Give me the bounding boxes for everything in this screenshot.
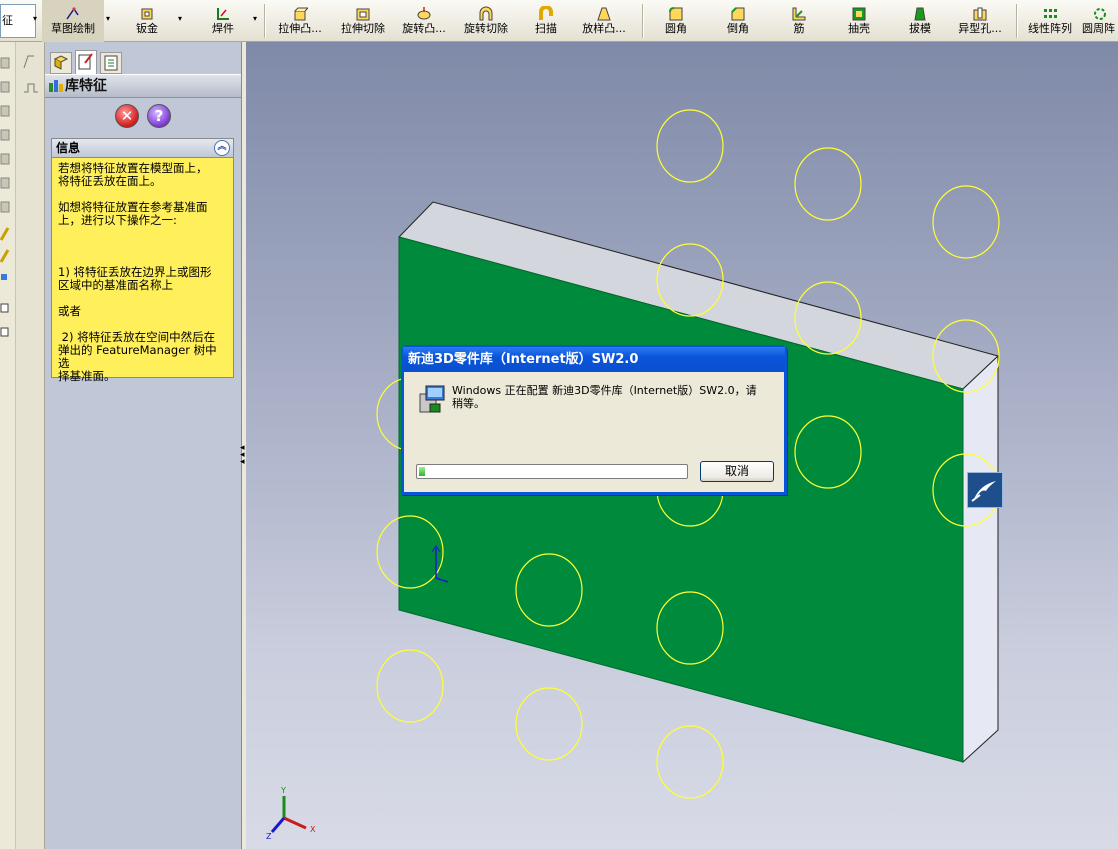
draft-icon: [914, 7, 926, 21]
library-feature-icon: [49, 80, 63, 92]
revolve-cut-icon: [479, 6, 493, 21]
chevron-down-icon[interactable]: ▾: [253, 14, 257, 23]
chevron-down-icon[interactable]: ▾: [106, 14, 110, 23]
toolbar-separator: [264, 4, 266, 38]
circular-pattern-icon: [1094, 8, 1106, 20]
front-face-selected: [398, 236, 964, 763]
info-groupbox: 信息 ︽ 若想将特征放置在模型面上， 将特征丢放在面上。 如想将特征放置在参考基…: [51, 138, 234, 383]
shell-button[interactable]: 抽壳: [836, 0, 882, 42]
property-manager-icon: [78, 53, 93, 70]
sweep-icon: [539, 6, 553, 20]
progress-bar: [416, 464, 688, 479]
toolbar-separator: [1016, 4, 1018, 38]
installer-icon: [419, 385, 445, 413]
collapse-icon[interactable]: ︽: [214, 140, 230, 156]
chevron-down-icon[interactable]: ▾: [33, 14, 37, 23]
linear-pattern-icon: [1044, 9, 1057, 18]
view-tools-icons: [0, 57, 10, 337]
command-manager-toolbar: 征 ▾ 草图绘制 ▾ 钣金 ▾ 焊件 ▾ 拉伸凸... 拉伸切除 旋转凸... …: [0, 0, 1118, 42]
side-face: [962, 354, 999, 764]
axis-label-y: Y: [281, 786, 286, 795]
sweep-button[interactable]: 扫描: [524, 0, 568, 42]
info-text: 若想将特征放置在模型面上， 将特征丢放在面上。 如想将特征放置在参考基准面 上，…: [58, 161, 217, 383]
circular-pattern-button[interactable]: 圆周阵: [1082, 0, 1118, 42]
toolbar-separator: [642, 4, 644, 38]
axis-label-x: X: [310, 825, 316, 834]
help-button[interactable]: ?: [147, 104, 171, 128]
cancel-button[interactable]: ✕: [115, 104, 139, 128]
install-progress-dialog: 新迪3D零件库（Internet版）SW2.0 Windows 正在配置 新迪3…: [401, 345, 787, 495]
hole-wizard-button[interactable]: 异型孔...: [948, 0, 1012, 42]
pen-icon: [971, 481, 996, 502]
sketch-tool-strip: [16, 42, 45, 849]
tab-configuration-manager[interactable]: [100, 52, 122, 74]
tab-feature-manager[interactable]: [50, 52, 72, 74]
sketch-icon: [66, 7, 79, 20]
configuration-icon: [104, 55, 118, 71]
chevron-down-icon[interactable]: ▾: [178, 14, 182, 23]
panel-title-bar: 库特征: [45, 74, 241, 98]
page-title: 库特征: [65, 78, 107, 94]
property-manager-panel: 库特征 ✕ ? 信息 ︽ 若想将特征放置在模型面上， 将特征丢放在面上。 如想将…: [45, 42, 242, 849]
hole-wizard-icon: [973, 7, 987, 21]
sheetmetal-button[interactable]: 钣金: [120, 0, 174, 42]
rib-icon: [792, 7, 806, 21]
progress-fill: [419, 467, 425, 476]
draft-button[interactable]: 拔模: [898, 0, 942, 42]
weldment-icon: [217, 8, 229, 20]
dialog-message: Windows 正在配置 新迪3D零件库（Internet版）SW2.0，请 稍…: [452, 384, 757, 410]
sheetmetal-icon: [141, 8, 153, 20]
fillet-icon: [669, 7, 683, 21]
revolve-cut-button[interactable]: 旋转切除: [458, 0, 514, 42]
sketch-button[interactable]: 草图绘制: [42, 0, 104, 42]
question-icon: ?: [154, 107, 164, 125]
shell-icon: [852, 7, 866, 21]
extrude-cut-icon: [356, 8, 370, 21]
loft-button[interactable]: 放样凸...: [574, 0, 634, 42]
feature-drop-handle[interactable]: [967, 472, 1003, 508]
extrude-boss-icon: [294, 7, 308, 21]
linear-pattern-button[interactable]: 线性阵列: [1022, 0, 1078, 42]
loft-icon: [597, 7, 611, 21]
weldment-button[interactable]: 焊件: [196, 0, 250, 42]
axis-label-z: Z: [266, 832, 272, 841]
revolve-boss-button[interactable]: 旋转凸...: [394, 0, 454, 42]
extrude-boss-button[interactable]: 拉伸凸...: [270, 0, 330, 42]
tab-property-manager[interactable]: [75, 50, 97, 74]
panel-tabs: [45, 50, 241, 74]
sketch-tools-icons: [23, 55, 38, 93]
info-header-label: 信息: [56, 141, 81, 155]
chamfer-icon: [731, 7, 745, 21]
view-triad: [270, 796, 307, 833]
left-icon-strip: [0, 42, 16, 849]
revolve-boss-icon: [417, 7, 431, 20]
dialog-title: 新迪3D零件库（Internet版）SW2.0: [403, 347, 785, 372]
extrude-cut-button[interactable]: 拉伸切除: [334, 0, 392, 42]
feature-tree-icon: [53, 55, 69, 70]
close-icon: ✕: [120, 107, 134, 125]
toolbar-feature-tab[interactable]: 征: [0, 4, 36, 38]
chamfer-button[interactable]: 倒角: [716, 0, 760, 42]
dialog-cancel-button[interactable]: 取消: [700, 461, 774, 482]
info-header: 信息 ︽: [52, 139, 233, 158]
rib-button[interactable]: 筋: [784, 0, 814, 42]
fillet-button[interactable]: 圆角: [654, 0, 698, 42]
